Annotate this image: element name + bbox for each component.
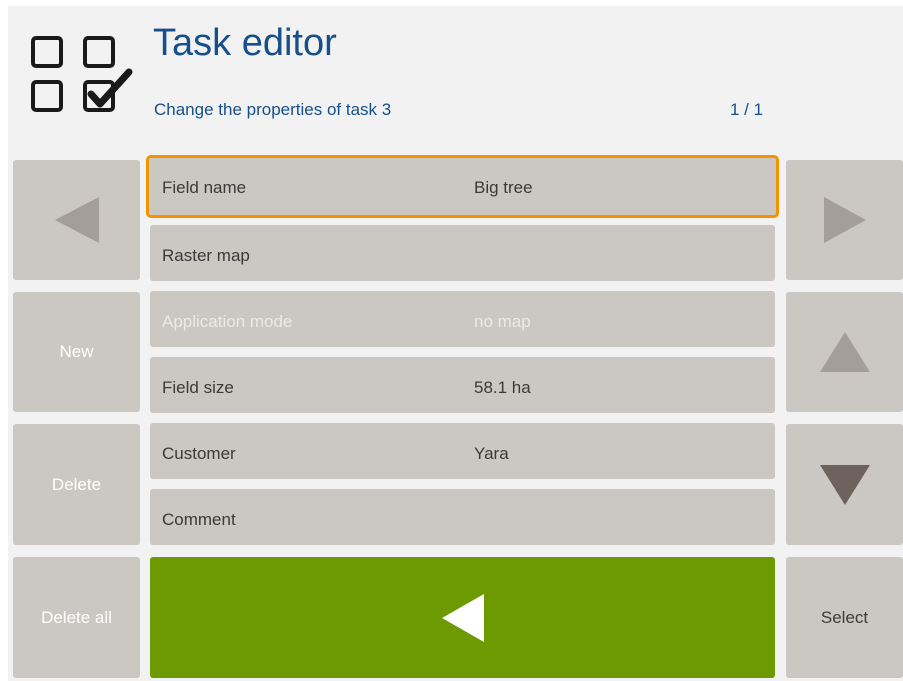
back-arrow-icon — [441, 593, 484, 642]
new-button[interactable]: New — [13, 292, 140, 412]
move-down-button[interactable] — [786, 424, 903, 545]
field-label: Application mode — [162, 312, 293, 331]
delete-all-button[interactable]: Delete all — [13, 557, 140, 678]
page-subtitle: Change the properties of task 3 — [154, 100, 392, 119]
select-button[interactable]: Select — [786, 557, 903, 678]
new-button-label: New — [59, 342, 94, 361]
field-value: no map — [474, 312, 531, 331]
field-row-customer[interactable]: Customer Yara — [150, 423, 775, 479]
field-label: Raster map — [162, 246, 250, 265]
delete-button-label: Delete — [51, 474, 102, 494]
field-row-field-name[interactable]: Field name Big tree — [146, 155, 779, 218]
delete-all-button-label: Delete all — [41, 607, 112, 627]
page-title: Task editor — [153, 22, 337, 64]
page-indicator: 1 / 1 — [730, 100, 764, 119]
select-button-label: Select — [820, 607, 869, 627]
field-label: Comment — [162, 510, 236, 529]
field-row-application-mode: Application mode no map — [150, 291, 775, 347]
field-row-field-size[interactable]: Field size 58.1 ha — [150, 357, 775, 413]
arrow-right-icon — [823, 197, 866, 243]
next-button[interactable] — [786, 160, 903, 280]
field-value: Yara — [474, 444, 509, 463]
arrow-up-icon — [819, 332, 870, 372]
task-checklist-icon — [31, 36, 133, 112]
field-row-raster-map[interactable]: Raster map — [150, 225, 775, 281]
arrow-left-icon — [54, 197, 99, 243]
field-value: Big tree — [474, 178, 533, 197]
field-label: Field size — [162, 378, 234, 397]
delete-button[interactable]: Delete — [13, 424, 140, 545]
previous-button[interactable] — [13, 160, 140, 280]
field-label: Customer — [162, 444, 236, 463]
field-label: Field name — [162, 178, 247, 197]
back-button[interactable] — [150, 557, 775, 678]
move-up-button[interactable] — [786, 292, 903, 412]
field-row-comment[interactable]: Comment — [150, 489, 775, 545]
field-value: 58.1 ha — [474, 378, 531, 397]
arrow-down-icon — [819, 464, 870, 505]
